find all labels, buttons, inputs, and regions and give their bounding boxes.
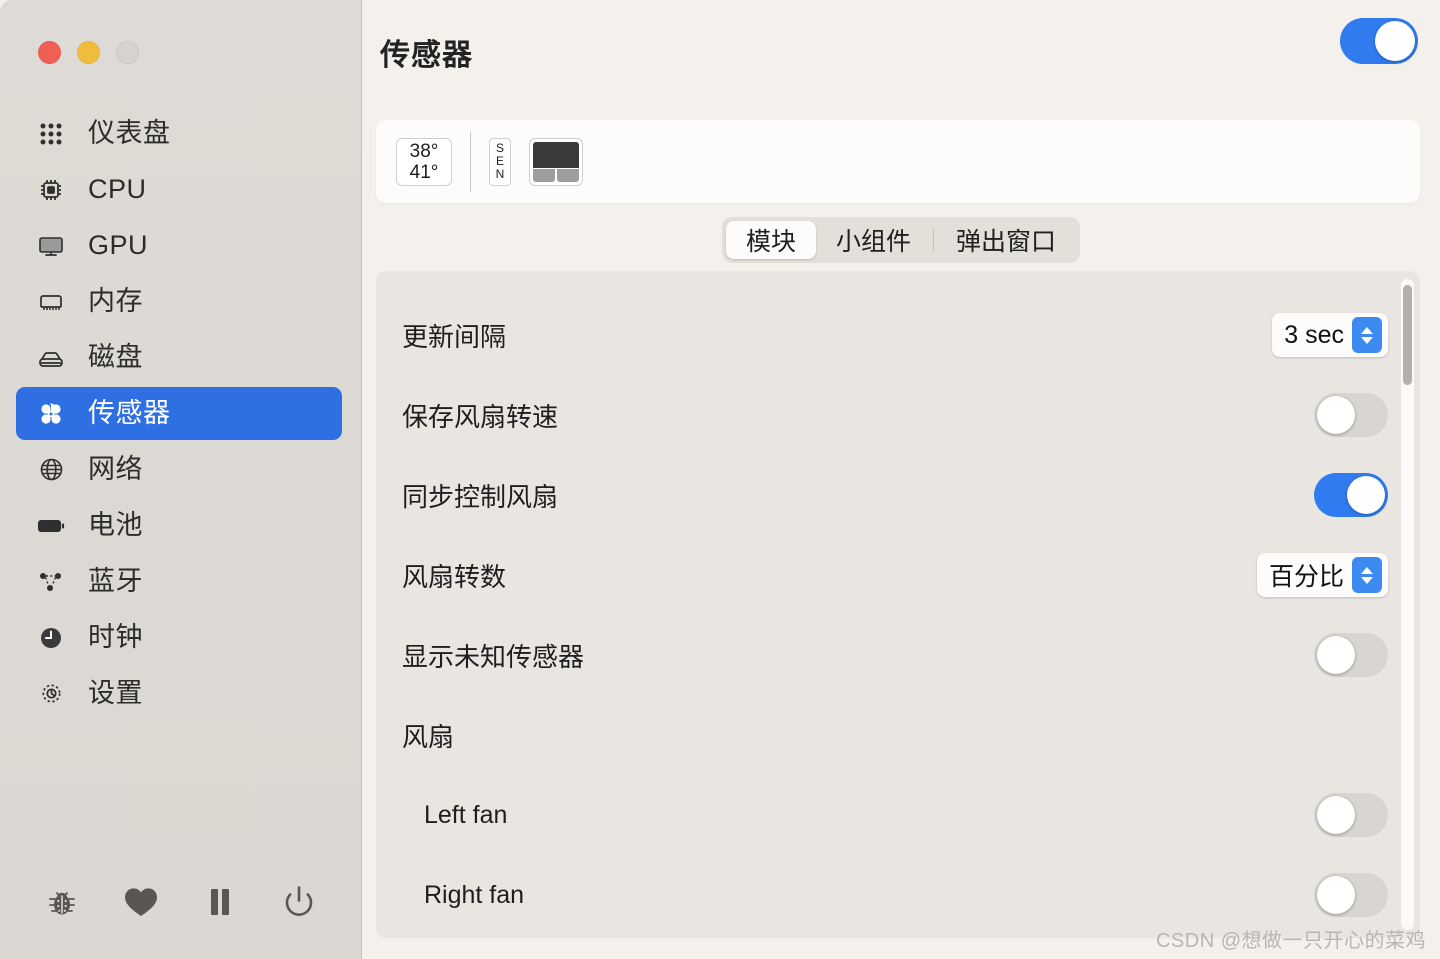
fan-bar-bottom — [533, 168, 579, 182]
bluetooth-icon — [34, 567, 68, 597]
setting-label: 显示未知传感器 — [402, 641, 585, 672]
settings-scrollbar[interactable] — [1401, 279, 1414, 930]
show-unknown-sensors-toggle[interactable] — [1314, 633, 1388, 678]
sidebar-nav: 仪表盘 CPU GPU 内存 磁盘 传感器 网络 电池 蓝牙 时钟 设置 — [0, 88, 361, 863]
cpu-icon — [34, 175, 68, 205]
stepper-value: 百分比 — [1268, 563, 1344, 592]
sidebar-item-label: 设置 — [88, 678, 143, 708]
sidebar-toolbar — [0, 863, 361, 959]
fan-label: Left fan — [424, 800, 508, 829]
battery-icon — [34, 511, 68, 541]
sidebar-item-label: 蓝牙 — [88, 566, 143, 596]
update-interval-stepper[interactable]: 3 sec — [1272, 313, 1388, 358]
sidebar-item-sensors[interactable]: 传感器 — [16, 387, 342, 440]
heart-icon[interactable] — [101, 874, 180, 930]
tab-separator — [933, 229, 934, 252]
grid-icon — [34, 119, 68, 149]
tab-widgets[interactable]: 小组件 — [816, 221, 931, 259]
zoom-button[interactable] — [116, 41, 139, 64]
sen-letter-3: N — [495, 167, 505, 182]
sidebar-item-settings[interactable]: 设置 — [16, 667, 342, 720]
setting-row-show-unknown-sensors: 显示未知传感器 — [376, 615, 1420, 695]
sidebar-item-label: 仪表盘 — [88, 118, 171, 148]
temp-line-1: 38° — [409, 140, 439, 162]
sidebar-item-disk[interactable]: 磁盘 — [16, 331, 342, 384]
memory-chip-icon — [34, 287, 68, 317]
fan-icon — [34, 399, 68, 429]
setting-row-save-fan-speed: 保存风扇转速 — [376, 375, 1420, 455]
fan-label: Right fan — [424, 880, 525, 909]
monitor-icon — [34, 231, 68, 261]
temp-line-2: 41° — [409, 161, 439, 183]
tab-popup[interactable]: 弹出窗口 — [936, 221, 1076, 259]
setting-row-fan-speed-unit: 风扇转数 百分比 — [376, 535, 1420, 615]
module-enable-switch[interactable] — [1340, 18, 1418, 64]
right-fan-toggle[interactable] — [1314, 873, 1388, 918]
power-icon[interactable] — [260, 874, 339, 930]
fan-row-fastest-fan: Fastest Fan — [376, 935, 1420, 938]
switch-knob — [1375, 21, 1415, 61]
sidebar-item-label: GPU — [88, 230, 149, 260]
bug-icon[interactable] — [22, 874, 101, 930]
section-header-fans: 风扇 — [376, 695, 1420, 775]
sidebar-item-bluetooth[interactable]: 蓝牙 — [16, 555, 342, 608]
chevron-updown-icon[interactable] — [1352, 317, 1382, 354]
sidebar-item-label: 磁盘 — [88, 342, 143, 372]
sidebar-item-label: 网络 — [88, 454, 143, 484]
close-button[interactable] — [38, 41, 61, 64]
module-preview-card: 38° 41° S E N — [376, 120, 1420, 204]
sidebar-item-label: 传感器 — [88, 398, 171, 428]
globe-icon — [34, 455, 68, 485]
stepper-value: 3 sec — [1284, 320, 1344, 349]
sensor-label-widget[interactable]: S E N — [489, 137, 511, 186]
sidebar-item-dashboard[interactable]: 仪表盘 — [16, 107, 342, 160]
fan-bar-widget[interactable] — [529, 137, 583, 186]
tab-modules[interactable]: 模块 — [725, 221, 816, 260]
section-title: 风扇 — [402, 721, 455, 752]
chevron-updown-icon[interactable] — [1352, 557, 1382, 594]
pause-icon[interactable] — [181, 874, 260, 930]
sidebar-item-label: 电池 — [88, 510, 143, 540]
gear-icon — [34, 679, 68, 709]
setting-row-update-interval: 更新间隔 3 sec — [376, 295, 1420, 375]
sidebar-item-clock[interactable]: 时钟 — [16, 611, 342, 664]
scrollbar-thumb[interactable] — [1403, 285, 1412, 386]
sidebar-item-network[interactable]: 网络 — [16, 443, 342, 496]
sidebar-item-cpu[interactable]: CPU — [16, 163, 342, 216]
left-fan-toggle[interactable] — [1314, 793, 1388, 838]
sidebar-item-battery[interactable]: 电池 — [16, 499, 342, 552]
setting-label: 风扇转数 — [402, 561, 507, 592]
page-title: 传感器 — [380, 39, 473, 72]
fan-row-left-fan: Left fan — [376, 775, 1420, 855]
sidebar: 仪表盘 CPU GPU 内存 磁盘 传感器 网络 电池 蓝牙 时钟 设置 — [0, 0, 362, 959]
sidebar-item-label: 时钟 — [88, 622, 143, 652]
setting-label: 保存风扇转速 — [402, 401, 559, 432]
window-traffic-lights — [0, 0, 361, 88]
fan-bar-top — [533, 141, 579, 168]
temperature-preview-widget[interactable]: 38° 41° — [396, 137, 452, 186]
setting-label: 更新间隔 — [402, 321, 507, 352]
app-window: 仪表盘 CPU GPU 内存 磁盘 传感器 网络 电池 蓝牙 时钟 设置 传感器… — [0, 0, 1440, 959]
sync-fan-control-toggle[interactable] — [1314, 473, 1388, 518]
clock-icon — [34, 623, 68, 653]
minimize-button[interactable] — [77, 41, 100, 64]
fan-row-right-fan: Right fan — [376, 855, 1420, 935]
preview-divider — [470, 131, 471, 192]
setting-row-sync-fan-control: 同步控制风扇 — [376, 455, 1420, 535]
setting-label: 同步控制风扇 — [402, 481, 559, 512]
tab-bar: 模块 小组件 弹出窗口 — [362, 217, 1440, 264]
sidebar-item-memory[interactable]: 内存 — [16, 275, 342, 328]
sidebar-item-label: 内存 — [88, 286, 143, 316]
sidebar-item-gpu[interactable]: GPU — [16, 219, 342, 272]
sidebar-item-label: CPU — [88, 174, 147, 204]
page-header: 传感器 — [362, 0, 1440, 108]
save-fan-speed-toggle[interactable] — [1314, 393, 1388, 438]
settings-panel: 更新间隔 3 sec 保存风扇转速 同步控制风扇 风扇转数 百分比 显示未知传感… — [376, 271, 1420, 938]
fan-speed-unit-stepper[interactable]: 百分比 — [1256, 553, 1388, 598]
disk-icon — [34, 343, 68, 373]
main-content: 传感器 38° 41° S E N 模块 小组件 弹出窗口 更新间隔 3 sec… — [362, 0, 1440, 959]
